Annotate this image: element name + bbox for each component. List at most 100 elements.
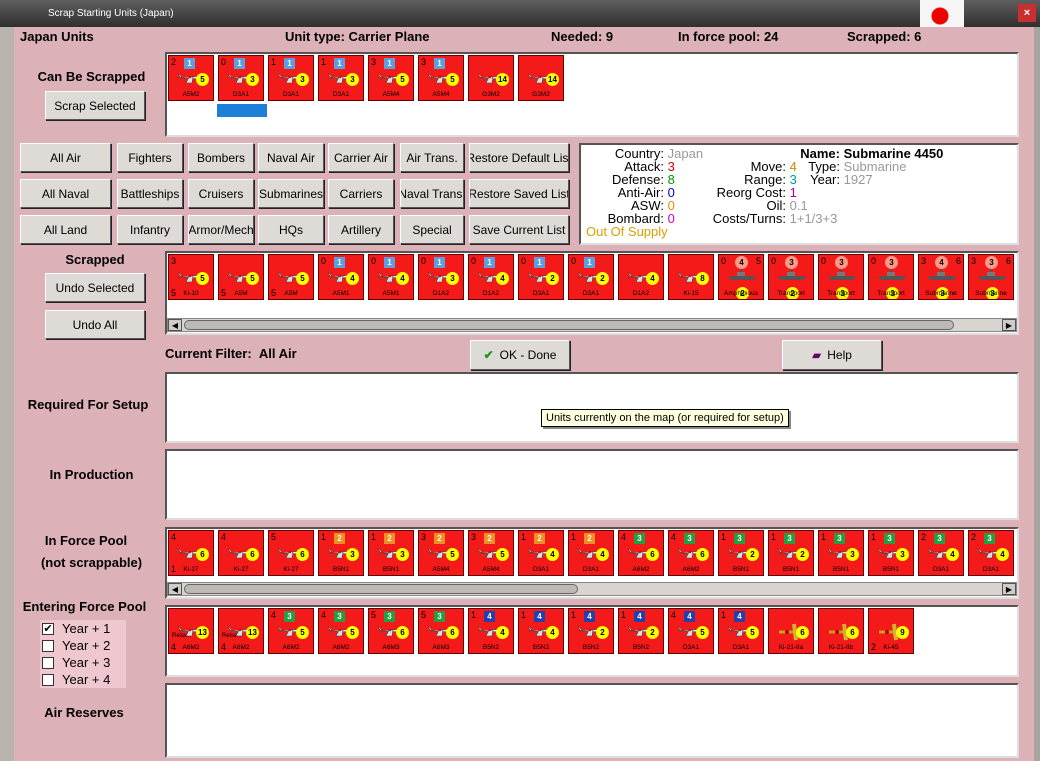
filter-button[interactable]: Artillery <box>328 215 394 244</box>
unit-counter[interactable]: 0 1 4 D1A2 <box>468 254 514 300</box>
scrapped-scrollbar[interactable]: ◀ ▶ <box>167 318 1017 332</box>
unit-counter[interactable]: 2 9 Ki-45 <box>868 608 914 654</box>
unit-counter[interactable]: 0 1 2 D3A1 <box>518 254 564 300</box>
filter-button[interactable]: Cruisers <box>188 179 254 208</box>
unit-counter[interactable]: 4 1 6 Ki-27 <box>168 530 214 576</box>
unit-counter[interactable]: 6 Ki-21-IIb <box>818 608 864 654</box>
unit-counter[interactable]: 4 3 6 A6M2 <box>618 530 664 576</box>
unit-counter[interactable]: 6 Ki-21-IIa <box>768 608 814 654</box>
unit-counter[interactable]: 1 1 3 D3A1 <box>318 55 364 101</box>
filter-button[interactable]: All Naval <box>20 179 111 208</box>
year-checkbox[interactable]: Year + 4 <box>42 672 110 687</box>
unit-counter[interactable]: 1 3 3 B5N1 <box>818 530 864 576</box>
unit-counter[interactable]: 4 4 5 D3A1 <box>668 608 714 654</box>
unit-counter[interactable]: 1 2 4 D3A1 <box>518 530 564 576</box>
year-checkbox[interactable]: ✔ Year + 1 <box>42 621 110 636</box>
unit-counter[interactable]: 5 3 6 A6M3 <box>418 608 464 654</box>
unit-counter[interactable]: 0 3 3 Transport <box>868 254 914 300</box>
unit-counter[interactable]: 1 1 3 D3A1 <box>268 55 314 101</box>
unit-counter[interactable]: 1 4 4 B5N2 <box>468 608 514 654</box>
unit-counter[interactable]: 1 4 5 D3A1 <box>718 608 764 654</box>
filter-button[interactable]: Fighters <box>117 143 183 172</box>
filter-button[interactable]: Air Trans. <box>400 143 464 172</box>
filter-button[interactable]: Naval Air <box>258 143 324 172</box>
filter-button[interactable]: All Air <box>20 143 111 172</box>
checkbox-icon[interactable]: ✔ <box>42 622 54 635</box>
ok-done-button[interactable]: ✔ OK - Done <box>470 340 570 370</box>
unit-counter[interactable]: 3 5 5 Ki-10 <box>168 254 214 300</box>
filter-button[interactable]: Submarines <box>258 179 324 208</box>
filter-button[interactable]: Naval Trans. <box>400 179 464 208</box>
scroll-right-icon[interactable]: ▶ <box>1002 319 1016 331</box>
scrap-selected-button[interactable]: Scrap Selected <box>45 91 145 120</box>
unit-counter[interactable]: 0 3 3 Transport <box>818 254 864 300</box>
unit-counter[interactable]: 1 3 2 B5N1 <box>768 530 814 576</box>
unit-counter[interactable]: 4 3 6 A6M2 <box>668 530 714 576</box>
checkbox-icon[interactable] <box>42 639 54 652</box>
scroll-thumb[interactable] <box>184 320 954 330</box>
unit-counter[interactable]: 1 4 4 B5N2 <box>518 608 564 654</box>
checkbox-icon[interactable] <box>42 656 54 669</box>
unit-counter[interactable]: 5 5 A5M <box>268 254 314 300</box>
filter-button[interactable]: Restore Saved List <box>469 179 569 208</box>
filter-button[interactable]: HQs <box>258 215 324 244</box>
unit-counter[interactable]: 4 3 5 A6M2 <box>318 608 364 654</box>
close-icon[interactable]: × <box>1018 4 1036 22</box>
filter-button[interactable]: All Land <box>20 215 111 244</box>
unit-counter[interactable]: 0 5 4 2 Amphibious <box>718 254 764 300</box>
unit-counter[interactable]: 14 G3M2 <box>468 55 514 101</box>
unit-counter[interactable]: 1 3 3 B5N1 <box>868 530 914 576</box>
undo-selected-button[interactable]: Undo Selected <box>45 273 145 302</box>
unit-counter[interactable]: 3 1 5 A5M4 <box>368 55 414 101</box>
unit-counter[interactable]: 1 3 2 B5N1 <box>718 530 764 576</box>
scroll-thumb[interactable] <box>184 584 578 594</box>
filter-button[interactable]: Special <box>400 215 464 244</box>
unit-counter[interactable]: 0 3 2 Transport <box>768 254 814 300</box>
filter-button[interactable]: Infantry <box>117 215 183 244</box>
unit-counter[interactable]: 4 D1A2 <box>618 254 664 300</box>
unit-counter[interactable]: 0 1 4 A5M1 <box>318 254 364 300</box>
unit-counter[interactable]: 14 G3M2 <box>518 55 564 101</box>
scroll-right-icon[interactable]: ▶ <box>1002 583 1016 595</box>
unit-counter[interactable]: 4 6 Ki-27 <box>218 530 264 576</box>
unit-counter[interactable]: 2 1 5 A5M2 <box>168 55 214 101</box>
unit-counter[interactable]: 1 4 2 B5N2 <box>618 608 664 654</box>
help-button[interactable]: ▰ Help <box>782 340 882 370</box>
unit-counter[interactable]: 3 2 5 A5M4 <box>468 530 514 576</box>
unit-counter[interactable]: 3 1 5 A5M4 <box>418 55 464 101</box>
filter-button[interactable]: Restore Default List <box>469 143 569 172</box>
unit-counter[interactable]: 1 2 3 B5N1 <box>318 530 364 576</box>
checkbox-icon[interactable] <box>42 673 54 686</box>
unit-counter[interactable]: 3 6 3 3 Submarine <box>968 254 1014 300</box>
unit-counter[interactable]: 1 2 4 D3A1 <box>568 530 614 576</box>
scroll-left-icon[interactable]: ◀ <box>168 583 182 595</box>
unit-counter[interactable]: 0 1 3 D1A2 <box>418 254 464 300</box>
unit-counter[interactable]: 3 6 4 3 Submarine <box>918 254 964 300</box>
filter-button[interactable]: Carrier Air <box>328 143 394 172</box>
unit-counter[interactable]: 1 4 2 B5N2 <box>568 608 614 654</box>
scroll-left-icon[interactable]: ◀ <box>168 319 182 331</box>
unit-counter[interactable]: 2 3 4 D3A1 <box>918 530 964 576</box>
unit-counter[interactable]: 2 3 4 D3A1 <box>968 530 1014 576</box>
unit-counter[interactable]: 4 Reisen 13 A6M2 <box>218 608 264 654</box>
unit-counter[interactable]: 5 3 6 A6M3 <box>368 608 414 654</box>
unit-counter[interactable]: 3 2 5 A5M4 <box>418 530 464 576</box>
filter-button[interactable]: Carriers <box>328 179 394 208</box>
unit-counter[interactable]: 0 1 4 A5M1 <box>368 254 414 300</box>
unit-counter[interactable]: 0 1 2 D3A1 <box>568 254 614 300</box>
unit-counter[interactable]: 4 Reisen 13 A6M2 <box>168 608 214 654</box>
year-checkbox[interactable]: Year + 2 <box>42 638 110 653</box>
unit-counter[interactable]: 1 2 3 B5N1 <box>368 530 414 576</box>
unit-counter[interactable]: 5 5 A5M <box>218 254 264 300</box>
filter-button[interactable]: Battleships <box>117 179 183 208</box>
unit-counter[interactable]: 5 6 Ki-27 <box>268 530 314 576</box>
force-pool-scrollbar[interactable]: ◀ ▶ <box>167 582 1017 596</box>
unit-counter[interactable]: 4 3 5 A6M2 <box>268 608 314 654</box>
filter-button[interactable]: Save Current List <box>469 215 569 244</box>
undo-all-button[interactable]: Undo All <box>45 310 145 339</box>
filter-button[interactable]: Bombers <box>188 143 254 172</box>
unit-counter[interactable]: 8 Ki-15 <box>668 254 714 300</box>
filter-button[interactable]: Armor/Mech <box>188 215 254 244</box>
year-checkbox[interactable]: Year + 3 <box>42 655 110 670</box>
unit-counter[interactable]: 0 1 3 D3A1 <box>218 55 264 101</box>
